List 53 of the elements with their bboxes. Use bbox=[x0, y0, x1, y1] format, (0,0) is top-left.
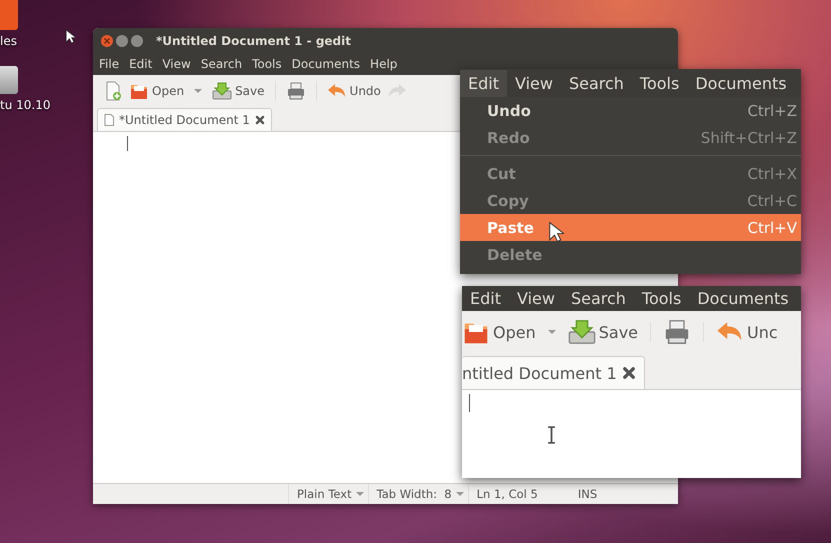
status-dropdown[interactable]: Plain Text bbox=[288, 484, 368, 504]
printer-icon bbox=[286, 81, 306, 101]
menu-entry[interactable]: Undo Ctrl+Z bbox=[460, 97, 801, 124]
dropdown-arrow-icon[interactable] bbox=[194, 88, 202, 94]
window-title: *Untitled Document 1 - gedit bbox=[156, 34, 351, 48]
menu-item[interactable]: Search bbox=[560, 70, 632, 96]
tab-label: *Untitled Document 1 bbox=[119, 113, 250, 127]
menu-item[interactable]: Tools bbox=[252, 57, 282, 71]
close-icon[interactable] bbox=[254, 115, 265, 125]
drive-download-icon bbox=[212, 81, 232, 101]
menu-item[interactable]: Help bbox=[370, 57, 398, 71]
menu-item[interactable]: View bbox=[508, 286, 563, 312]
menu-item[interactable]: Search bbox=[562, 286, 634, 312]
menu-item[interactable]: View bbox=[162, 57, 191, 71]
document-tab[interactable]: ntitled Document 1 bbox=[462, 356, 645, 389]
print-button[interactable] bbox=[286, 81, 306, 101]
save-button[interactable]: Save bbox=[568, 318, 638, 346]
save-button[interactable]: Save bbox=[212, 81, 265, 101]
status-dropdown[interactable]: Tab Width: 8 bbox=[368, 484, 468, 504]
menu-item[interactable]: Tools bbox=[634, 286, 690, 312]
close-icon[interactable] bbox=[622, 366, 636, 380]
dropdown-arrow-icon[interactable] bbox=[548, 329, 556, 335]
menu-item[interactable]: Search bbox=[200, 57, 242, 71]
text-cursor bbox=[127, 136, 128, 151]
drive-icon[interactable] bbox=[0, 66, 18, 94]
desktop-icon-label[interactable]: les bbox=[0, 34, 17, 48]
status-text: Ln 1, Col 5 bbox=[468, 484, 538, 504]
open-button[interactable]: Open bbox=[462, 318, 536, 346]
text-cursor bbox=[469, 394, 470, 412]
menu-item[interactable]: Edit bbox=[462, 286, 509, 312]
undo-button[interactable]: Undo bbox=[326, 81, 381, 101]
menu-item[interactable]: File bbox=[99, 57, 120, 71]
drive-download-icon bbox=[568, 318, 596, 346]
menu-item[interactable]: Tools bbox=[632, 70, 688, 96]
tab-label: ntitled Document 1 bbox=[462, 364, 617, 382]
document-tab[interactable]: *Untitled Document 1 bbox=[97, 108, 272, 131]
mouse-pointer-icon bbox=[548, 221, 564, 243]
document-icon bbox=[104, 114, 114, 126]
status-text: INS bbox=[576, 486, 598, 503]
desktop-icon-label[interactable]: tu 10.10 bbox=[0, 98, 50, 112]
dropdown-arrow-icon bbox=[356, 491, 364, 497]
undo-button[interactable]: Unc bbox=[716, 318, 778, 346]
window-controls-icon[interactable] bbox=[100, 34, 144, 48]
menu-item[interactable]: Edit bbox=[460, 70, 507, 96]
menu-item[interactable]: Documents bbox=[292, 57, 360, 71]
menu-item[interactable]: View bbox=[506, 70, 561, 96]
menu-item[interactable]: Documents bbox=[687, 70, 795, 96]
dropdown-arrow-icon bbox=[456, 491, 464, 497]
mouse-pointer-icon bbox=[65, 29, 76, 44]
menu-item[interactable]: Documents bbox=[689, 286, 797, 312]
menu-item[interactable]: Edit bbox=[129, 57, 152, 71]
i-beam-cursor-icon bbox=[547, 426, 556, 444]
open-button[interactable]: Open bbox=[129, 81, 184, 101]
